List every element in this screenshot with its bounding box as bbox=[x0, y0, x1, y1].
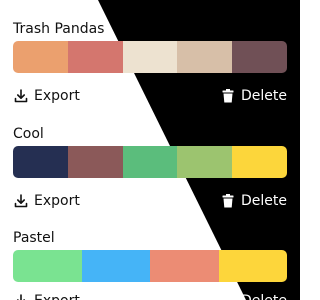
delete-label: Delete bbox=[241, 293, 287, 300]
color-swatch[interactable] bbox=[232, 41, 287, 73]
color-swatch-row[interactable] bbox=[13, 41, 287, 73]
color-swatch[interactable] bbox=[218, 250, 287, 282]
color-swatch[interactable] bbox=[67, 41, 123, 73]
trash-icon bbox=[222, 89, 234, 103]
color-swatch[interactable] bbox=[177, 41, 233, 73]
color-swatch[interactable] bbox=[122, 41, 178, 73]
palette-card-trash-pandas: Trash Pandas Export Delete bbox=[13, 21, 287, 104]
color-swatch[interactable] bbox=[232, 146, 287, 178]
color-swatch[interactable] bbox=[177, 146, 233, 178]
palette-title: Cool bbox=[13, 126, 44, 142]
palette-actions: Export Delete bbox=[13, 192, 287, 210]
palette-actions: Export Delete bbox=[13, 292, 287, 300]
export-label: Export bbox=[34, 293, 80, 300]
trash-icon bbox=[222, 194, 234, 208]
delete-button[interactable]: Delete bbox=[220, 193, 287, 209]
export-button[interactable]: Export bbox=[13, 193, 80, 209]
delete-label: Delete bbox=[241, 88, 287, 104]
delete-button[interactable]: Delete bbox=[220, 293, 287, 300]
palette-title: Pastel bbox=[13, 230, 55, 246]
export-label: Export bbox=[34, 88, 80, 104]
color-swatch-row[interactable] bbox=[13, 146, 287, 178]
color-swatch[interactable] bbox=[150, 250, 219, 282]
export-label: Export bbox=[34, 193, 80, 209]
color-swatch[interactable] bbox=[13, 146, 68, 178]
download-icon bbox=[14, 194, 28, 208]
palette-title: Trash Pandas bbox=[13, 21, 105, 37]
palette-card-cool: Cool Export Delete bbox=[13, 126, 287, 209]
color-swatch-row[interactable] bbox=[13, 250, 287, 282]
color-swatch[interactable] bbox=[122, 146, 178, 178]
delete-label: Delete bbox=[241, 193, 287, 209]
palette-card-pastel: Pastel Export Delete bbox=[13, 230, 287, 300]
delete-button[interactable]: Delete bbox=[220, 88, 287, 104]
export-button[interactable]: Export bbox=[13, 88, 80, 104]
download-icon bbox=[14, 89, 28, 103]
trash-icon bbox=[222, 294, 234, 300]
color-swatch[interactable] bbox=[13, 250, 82, 282]
palette-actions: Export Delete bbox=[13, 87, 287, 105]
download-icon bbox=[17, 294, 25, 300]
export-button[interactable]: Export bbox=[13, 293, 80, 300]
color-swatch[interactable] bbox=[13, 41, 68, 73]
color-swatch[interactable] bbox=[67, 146, 123, 178]
color-swatch[interactable] bbox=[81, 250, 150, 282]
